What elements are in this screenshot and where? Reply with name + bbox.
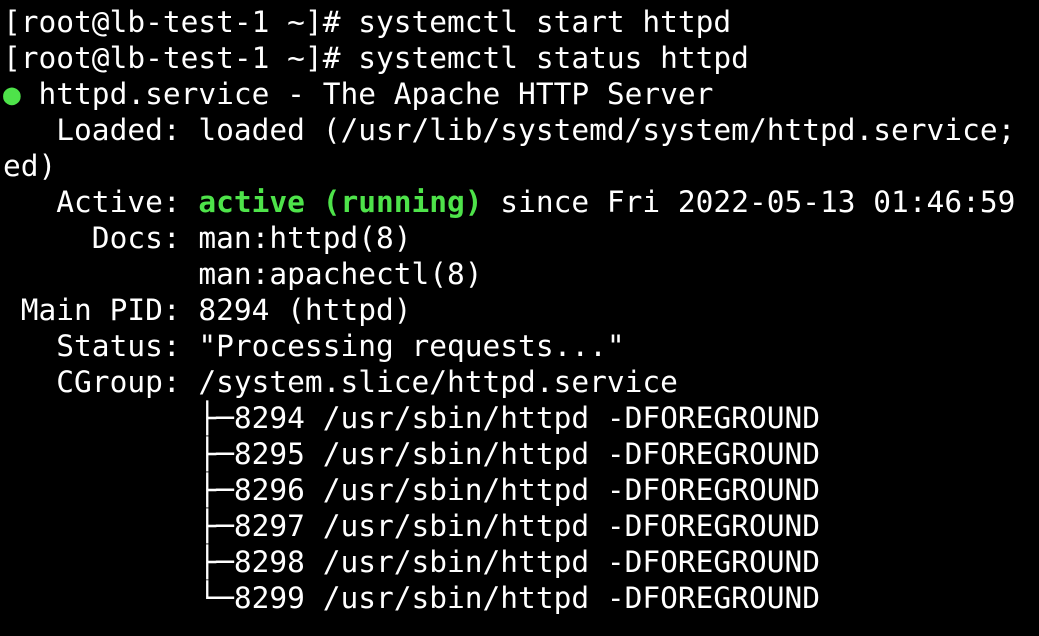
active-since: since Fri 2022-05-13 01:46:59: [482, 185, 1016, 219]
process-line: ├─8297 /usr/sbin/httpd -DFOREGROUND: [3, 509, 820, 543]
command-line-status: [root@lb-test-1 ~]# systemctl status htt…: [3, 41, 749, 75]
process-line: └─8299 /usr/sbin/httpd -DFOREGROUND: [3, 581, 820, 615]
main-pid-line: Main PID: 8294 (httpd): [3, 293, 412, 327]
service-title: httpd.service - The Apache HTTP Server: [20, 77, 714, 111]
command-line-start: [root@lb-test-1 ~]# systemctl start http…: [3, 5, 732, 39]
loaded-line-wrap: ed): [3, 149, 57, 183]
cgroup-line: CGroup: /system.slice/httpd.service: [3, 365, 678, 399]
status-line: Status: "Processing requests...": [3, 329, 625, 363]
active-line: Active: active (running) since Fri 2022-…: [3, 184, 1039, 220]
process-line: ├─8295 /usr/sbin/httpd -DFOREGROUND: [3, 437, 820, 471]
active-label: Active:: [3, 185, 199, 219]
loaded-line: Loaded: loaded (/usr/lib/systemd/system/…: [3, 113, 1016, 147]
active-status: active (running): [198, 185, 483, 219]
docs-line-2: man:apachectl(8): [3, 257, 483, 291]
terminal-window[interactable]: [root@lb-test-1 ~]# systemctl start http…: [0, 0, 1039, 636]
service-header-line: ● httpd.service - The Apache HTTP Server: [3, 76, 1039, 112]
process-line: ├─8294 /usr/sbin/httpd -DFOREGROUND: [3, 401, 820, 435]
status-bullet-icon: ●: [3, 77, 21, 111]
process-line: ├─8296 /usr/sbin/httpd -DFOREGROUND: [3, 473, 820, 507]
docs-line: Docs: man:httpd(8): [3, 221, 412, 255]
process-line: ├─8298 /usr/sbin/httpd -DFOREGROUND: [3, 545, 820, 579]
